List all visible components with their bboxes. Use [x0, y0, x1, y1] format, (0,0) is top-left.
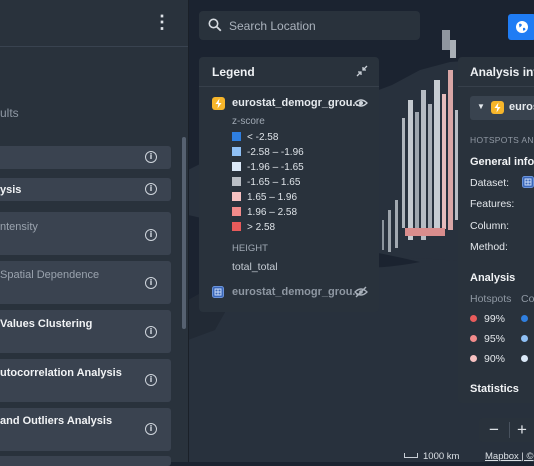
zoom-control: − + [479, 418, 534, 442]
field-method-label: Method: [470, 241, 508, 253]
hotspot-dot [470, 335, 477, 342]
legend-bin: < -2.58 [232, 132, 278, 144]
bin-label: 1.96 – 2.58 [247, 207, 298, 218]
layer-name: eurostat_demogr_grou... [232, 286, 362, 298]
legend-bin: 1.65 – 1.96 [232, 192, 297, 204]
statistics-heading: Statistics [470, 383, 519, 395]
hotspot-dot [470, 355, 477, 362]
coldspot-dot [521, 355, 528, 362]
analysis-item-label: ntensity [0, 221, 38, 233]
legend-bin: -2.58 – -1.96 [232, 147, 304, 159]
map-attribution[interactable]: Mapbox | © [485, 451, 534, 462]
grid-layer-icon [212, 286, 224, 298]
analysis-item-0[interactable]: i [0, 146, 171, 169]
swatch [232, 147, 241, 156]
caret-down-icon: ▼ [477, 102, 485, 111]
eye-icon[interactable] [354, 98, 368, 108]
coldspot-dot [521, 335, 528, 342]
field-features-label: Features: [470, 198, 515, 210]
collapse-icon[interactable] [356, 65, 368, 77]
info-icon[interactable]: i [145, 423, 157, 435]
hotspot-dot [470, 315, 477, 322]
legend-bin: > 2.58 [232, 222, 275, 234]
analysis-item-label: and Outliers Analysis [0, 415, 113, 427]
analysis-item-6[interactable]: and Outliers Analysis i [0, 408, 171, 451]
info-icon[interactable]: i [145, 374, 157, 386]
field-dataset-label: Dataset: [470, 177, 510, 189]
search-input[interactable] [229, 11, 409, 40]
swatch [232, 192, 241, 201]
panel-header: ⋮ [0, 0, 188, 47]
legend-title: Legend [212, 65, 255, 79]
height-heading: HEIGHT [232, 243, 268, 254]
legend-bin: -1.65 – 1.65 [232, 177, 300, 189]
bin-label: > 2.58 [247, 222, 276, 233]
zoom-separator [509, 422, 510, 438]
eye-off-icon[interactable] [354, 286, 368, 298]
scale-label: 1000 km [423, 451, 460, 462]
layer-name: eurostat_demogr_grou... [232, 97, 362, 109]
analysis-item-label: Spatial Dependence [0, 269, 100, 281]
search-icon [208, 18, 222, 32]
swatch [232, 207, 241, 216]
swatch [232, 177, 241, 186]
globe-icon [516, 21, 528, 33]
analysis-item-5[interactable]: utocorrelation Analysis i [0, 359, 171, 402]
bolt-icon [491, 101, 504, 114]
section-caption: HOTSPOTS AN [470, 135, 534, 145]
analysis-item-label: Values Clustering [0, 318, 93, 330]
analysis-item-label: utocorrelation Analysis [0, 367, 122, 379]
analysis-item-4[interactable]: Values Clustering i [0, 310, 171, 353]
hotspot-level-label: 95% [484, 333, 506, 345]
legend-panel: Legend eurostat_demogr_grou... z-score <… [199, 57, 379, 312]
coldspot-dot [521, 315, 528, 322]
analysis-heading: Analysis [470, 272, 516, 284]
bin-label: -1.65 – 1.65 [247, 177, 301, 188]
zoom-out-button[interactable]: − [484, 419, 504, 441]
info-icon[interactable]: i [145, 183, 157, 195]
analysis-divider [458, 86, 534, 87]
swatch [232, 162, 241, 171]
scale-bar [404, 453, 418, 458]
zoom-in-button[interactable]: + [512, 419, 532, 441]
field-column-label: Column: [470, 220, 510, 232]
hotspot-level-label: 90% [484, 353, 506, 365]
analysis-title: Analysis info [470, 65, 534, 79]
analysis-item-1[interactable]: ysis i [0, 178, 171, 201]
dataset-select-value: euros [509, 101, 534, 113]
height-field-label: total_total [232, 261, 278, 273]
swatch [232, 222, 241, 231]
info-icon[interactable]: i [145, 277, 157, 289]
legend-bin: 1.96 – 2.58 [232, 207, 297, 219]
analysis-item-label: ysis [0, 184, 22, 196]
info-icon[interactable]: i [145, 151, 157, 163]
color-field-label: z-score [232, 116, 265, 127]
legend-bin: -1.96 – -1.65 [232, 162, 304, 174]
more-vertical-icon[interactable]: ⋮ [153, 12, 171, 32]
bin-label: -1.96 – -1.65 [247, 162, 304, 173]
globe-button[interactable] [508, 14, 534, 40]
analysis-item-7[interactable] [0, 456, 171, 466]
bin-label: 1.65 – 1.96 [247, 192, 298, 203]
panel-scrollbar[interactable] [182, 137, 186, 329]
bolt-icon [212, 97, 225, 110]
coldspots-label: Co [521, 293, 534, 305]
analysis-info-panel: Analysis info ▼ euros HOTSPOTS AN Genera… [458, 57, 534, 403]
general-info-heading: General info [470, 156, 534, 168]
grid-layer-icon [522, 176, 534, 188]
info-icon[interactable]: i [145, 326, 157, 338]
dataset-select[interactable]: ▼ euros [470, 96, 534, 120]
analysis-item-2[interactable]: ntensity i [0, 212, 171, 255]
swatch [232, 132, 241, 141]
analysis-item-3[interactable]: Spatial Dependence i [0, 261, 171, 304]
info-icon[interactable]: i [145, 229, 157, 241]
search-box[interactable] [199, 11, 420, 40]
bin-label: < -2.58 [247, 132, 279, 143]
results-label: ults [0, 106, 19, 120]
legend-divider [199, 86, 379, 87]
bin-label: -2.58 – -1.96 [247, 147, 304, 158]
hotspot-level-label: 99% [484, 313, 506, 325]
hotspots-label: Hotspots [470, 293, 512, 305]
left-side-panel: ⋮ ults i ysis i ntensity i Spatial Depen… [0, 0, 189, 466]
